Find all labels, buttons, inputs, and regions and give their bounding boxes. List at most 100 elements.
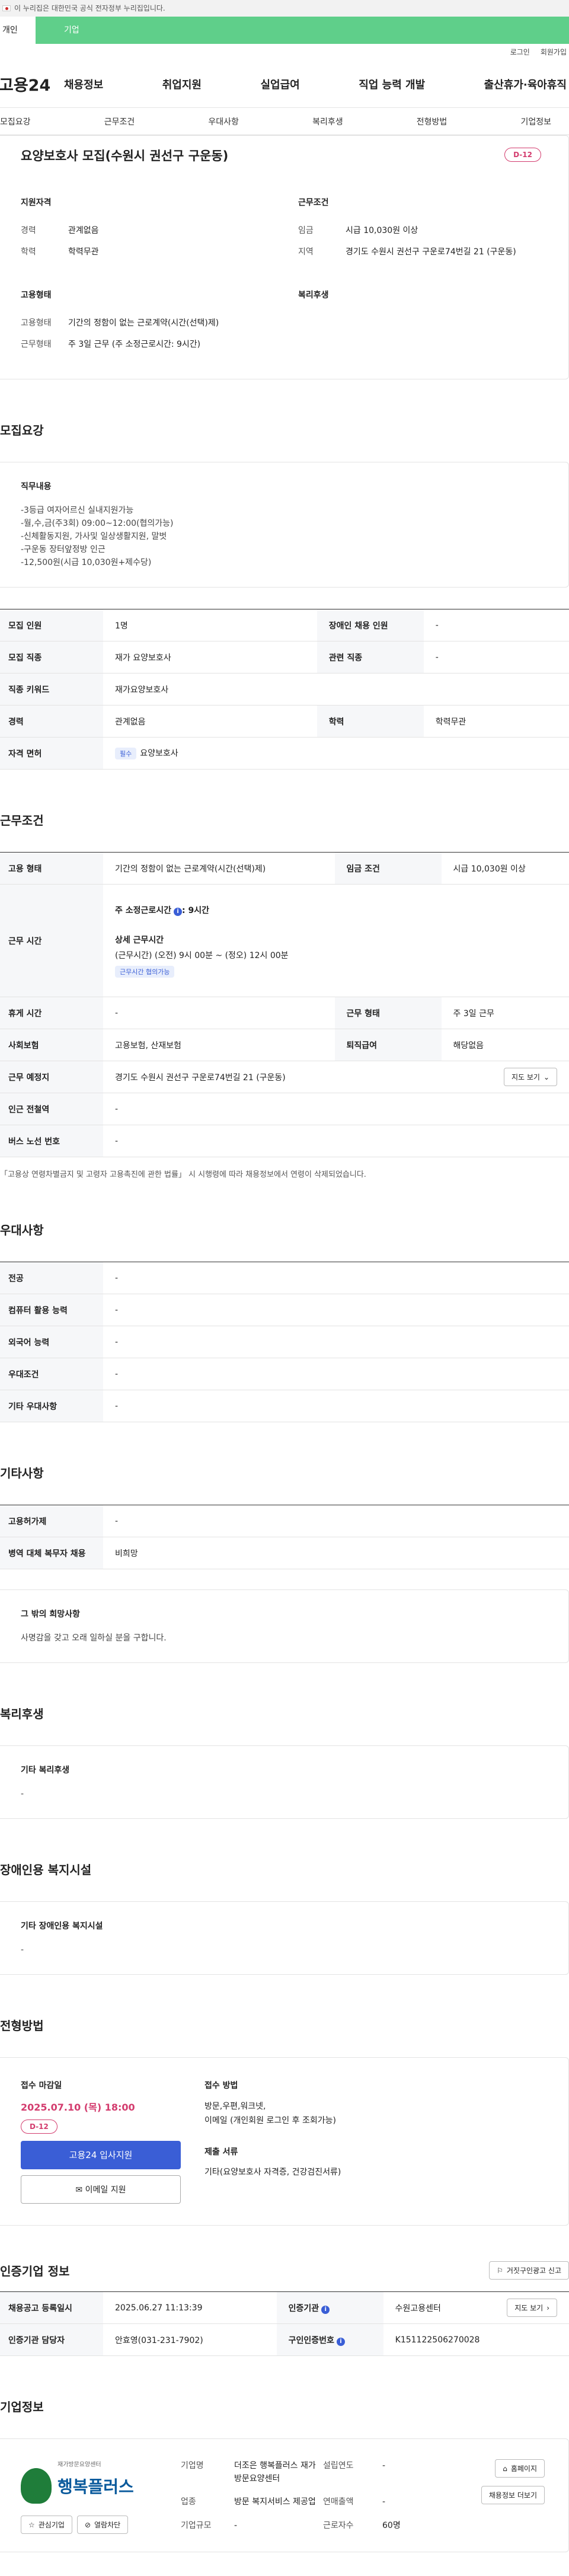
cell-label: 학력	[317, 705, 424, 738]
homepage-button[interactable]: ⌂ 홈페이지	[495, 2459, 545, 2478]
apply-card: 접수 마감일 2025.07.10 (목) 18:00 D-12 고용24 입사…	[0, 2057, 569, 2226]
tab-company[interactable]: 기업정보	[520, 116, 551, 127]
cell-value: -	[423, 641, 569, 673]
cell-label: 인근 전철역	[0, 1093, 103, 1125]
required-badge: 필수	[115, 748, 137, 759]
cell-value: K151122506270028	[383, 2323, 569, 2356]
company-section-title: 기업정보	[0, 2400, 44, 2414]
cert-number-label: 구인인증번호	[288, 2335, 334, 2345]
favorite-label: 관심기업	[38, 2521, 65, 2529]
cell-value: -	[103, 997, 335, 1029]
wage-value: 시급 10,030원 이상	[346, 226, 418, 235]
pref-table: 전공 - 컴퓨터 활용 능력 - 외국어 능력 - 우대조건 - 기타 우대사항 -	[0, 1262, 569, 1422]
size-label: 기업규모	[181, 2520, 212, 2530]
selection-section-title: 전형방법	[0, 2019, 44, 2033]
dday-badge: D-12	[504, 148, 541, 162]
login-link[interactable]: 로그인	[510, 44, 530, 60]
duty-box: 직무내용 -3등급 여자어르신 실내지원가능 -월,수,금(주3회) 09:00…	[0, 462, 569, 588]
block-company-button[interactable]: ⊘ 열람차단	[76, 2516, 129, 2534]
area-value: 경기도 수원시 권선구 구운로74번길 21 (구운동)	[346, 247, 516, 257]
company-logo: 행복플러스	[21, 2468, 181, 2504]
cell-label: 버스 노선 번호	[0, 1125, 103, 1157]
nav-parental-leave[interactable]: 출산휴가·육아휴직	[484, 76, 567, 92]
tab-company[interactable]: 기업	[36, 17, 569, 44]
cell-label: 고용허가제	[0, 1505, 103, 1537]
agency-map-button[interactable]: 지도 보기 ›	[507, 2299, 557, 2317]
company-logo-sub: 재가방문요양센터	[57, 2462, 101, 2468]
nav-vocational-training[interactable]: 직업 능력 개발	[359, 76, 425, 92]
company-info-grid: 기업명 더조은 행복플러스 재가방문요양센터 설립연도 - 업종 방문 복지서비스 제…	[181, 2459, 481, 2534]
info-icon[interactable]: i	[336, 2337, 345, 2346]
info-icon[interactable]: i	[321, 2305, 330, 2314]
welfare-summary-title: 복리후생	[298, 291, 329, 300]
table-row: 전공 -	[0, 1262, 569, 1294]
report-button-label: 거짓구인광고 신고	[506, 2267, 561, 2275]
wish-title: 그 밖의 희망사항	[21, 1610, 80, 1619]
work-section-title: 근무조건	[0, 813, 44, 828]
company-logo-mark	[21, 2468, 52, 2504]
edu-value: 학력무관	[68, 247, 99, 257]
duty-title: 직무내용	[21, 482, 52, 491]
company-name-value: 더조은 행복플러스 재가방문요양센터	[234, 2461, 316, 2484]
workplace-address: 경기도 수원시 권선구 구운로74번길 21 (구운동)	[115, 1072, 286, 1083]
tab-work-conditions[interactable]: 근무조건	[104, 116, 135, 127]
weekly-hours-label: 주 소정근로시간	[115, 905, 172, 915]
info-icon[interactable]: i	[174, 907, 183, 916]
welfare-box-title: 기타 복리후생	[21, 1766, 70, 1775]
table-row: 고용허가제 -	[0, 1505, 569, 1537]
tab-welfare[interactable]: 복리후생	[312, 116, 343, 127]
etc-table: 고용허가제 - 병역 대체 복무자 채용 비희망	[0, 1505, 569, 1569]
wish-content: 사명감을 갖고 오래 일하실 분을 구합니다.	[21, 1633, 167, 1643]
welfare-section-title: 복리후생	[0, 1707, 44, 1721]
cell-value: -	[103, 1390, 569, 1422]
user-type-tabs: 개인 기업	[0, 17, 569, 44]
tab-selection[interactable]: 전형방법	[417, 116, 447, 127]
table-row: 사회보험 고용보험, 산재보험 퇴직급여 해당없음	[0, 1029, 569, 1061]
weekly-hours-value: : 9시간	[182, 905, 210, 915]
table-row: 자격 면허 필수 요양보호사	[0, 737, 569, 770]
cell-value: 기간의 정함이 없는 근로계약(시간(선택)제)	[103, 852, 335, 885]
signup-link[interactable]: 회원가입	[541, 44, 567, 60]
detail-hours: (근무시간) (오전) 9시 00분 ~ (정오) 12시 00분	[115, 950, 289, 960]
report-button[interactable]: ⚐ 거짓구인광고 신고	[489, 2261, 569, 2280]
bottom-spacer	[0, 2552, 569, 2576]
nav-employment-support[interactable]: 취업지원	[162, 76, 202, 92]
cell-label: 외국어 능력	[0, 1326, 103, 1358]
job-summary-card: 요양보호사 모집(수원시 권선구 구운동) D-12 지원자격 경력 관계없음 학…	[0, 135, 569, 379]
cell-value: -	[103, 1294, 569, 1326]
cell-value: 재가 요양보호사	[103, 641, 317, 673]
table-row: 버스 노선 번호 -	[0, 1125, 569, 1157]
nav-jobs[interactable]: 채용정보	[64, 76, 103, 92]
favorite-company-button[interactable]: ☆ 관심기업	[21, 2516, 72, 2534]
employees-label: 근로자수	[323, 2520, 354, 2530]
cell-label: 사회보험	[0, 1029, 103, 1061]
cell-value: 학력무관	[423, 705, 569, 738]
more-jobs-button[interactable]: 채용정보 더보기	[481, 2486, 545, 2504]
table-row: 경력 관계없음 학력 학력무관	[0, 705, 569, 738]
cert-section-title: 인증기업 정보	[0, 2264, 70, 2278]
docs-value: 기타(요양보호사 자격증, 건강검진서류)	[204, 2168, 341, 2177]
tab-personal[interactable]: 개인	[0, 17, 36, 44]
apply-button[interactable]: 고용24 입사지원	[21, 2141, 181, 2169]
map-button[interactable]: 지도 보기 ⌄	[503, 1068, 557, 1086]
disab-box: 기타 장애인용 복지시설 -	[0, 1901, 569, 1975]
cell-label: 인증기관 i	[276, 2291, 383, 2324]
table-row: 근무 시간 주 소정근로시간 i: 9시간 상세 근무시간 (근무시간) (오전)…	[0, 884, 569, 997]
method-title: 접수 방법	[204, 2081, 238, 2090]
site-logo[interactable]: 고용24	[0, 72, 64, 95]
global-nav: 고용24 채용정보 취업지원 실업급여 직업 능력 개발 출산휴가·육아휴직	[0, 60, 569, 108]
cell-label: 직종 키워드	[0, 673, 103, 706]
nav-unemployment-benefit[interactable]: 실업급여	[261, 76, 300, 92]
table-row: 고용 형태 기간의 정함이 없는 근로계약(시간(선택)제) 임금 조건 시급 10,…	[0, 852, 569, 885]
sales-label: 연매출액	[323, 2497, 354, 2507]
email-apply-button[interactable]: ✉ 이메일 지원	[21, 2175, 181, 2204]
recruit-table: 모집 인원 1명 장애인 채용 인원 - 모집 직종 재가 요양보호사 관련 직종 - 직종…	[0, 609, 569, 770]
flag-icon	[2, 5, 11, 11]
tab-preferences[interactable]: 우대사항	[208, 116, 239, 127]
tab-recruit[interactable]: 모집요강	[0, 116, 31, 127]
cell-value: -	[103, 1358, 569, 1390]
cell-label: 채용공고 등록일시	[0, 2291, 103, 2324]
cell-value: 1명	[103, 609, 317, 641]
method-value: 방문,우편,워크넷, 이메일 (개인회원 로그인 후 조회가능)	[204, 2102, 336, 2125]
cell-label: 기타 우대사항	[0, 1390, 103, 1422]
